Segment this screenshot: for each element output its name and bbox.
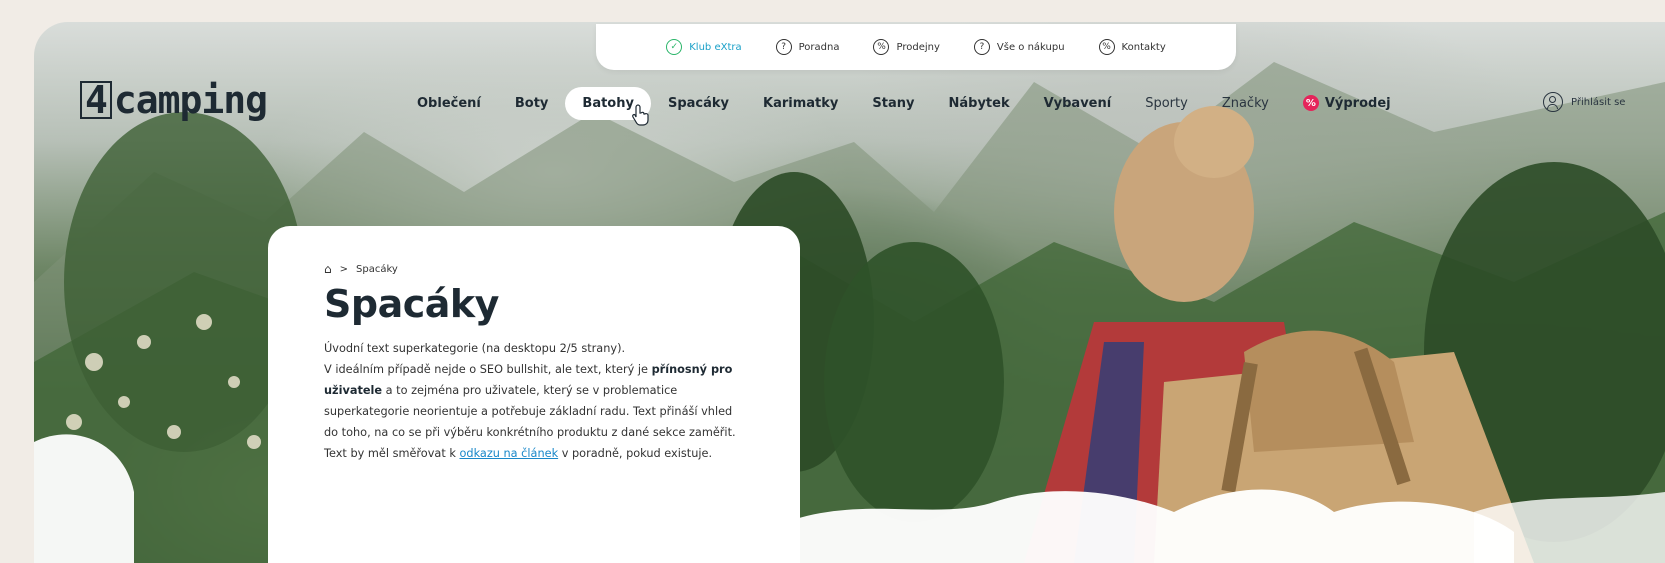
logo-text: camping (113, 78, 268, 122)
nav-item-nabytek[interactable]: Nábytek (931, 87, 1026, 120)
utility-link-label: Kontakty (1121, 41, 1166, 53)
intro-text-c: v poradně, pokud existuje. (558, 447, 713, 460)
utility-link-label: Poradna (798, 41, 840, 53)
utility-link-label: Prodejny (896, 41, 940, 53)
login-link[interactable]: Přihlásit se (1543, 92, 1625, 112)
nav-item-obleceni[interactable]: Oblečení (400, 87, 498, 120)
main-nav: Oblečení Boty Batohy Spacáky Karimatky S… (400, 86, 1408, 120)
utility-bar: ✓ Klub eXtra ? Poradna % Prodejny ? Vše … (596, 24, 1236, 70)
utility-link-poradna[interactable]: ? Poradna (775, 39, 840, 55)
category-intro-card: ⌂ > Spacáky Spacáky Úvodní text superkat… (268, 226, 800, 563)
intro-text-a: V ideálním případě nejde o SEO bullshit,… (324, 363, 652, 376)
intro-line-1: Úvodní text superkategorie (na desktopu … (324, 342, 626, 355)
contact-icon: % (1098, 39, 1115, 55)
user-icon (1543, 92, 1563, 112)
utility-link-vse-o-nakupu[interactable]: ? Vše o nákupu (973, 39, 1065, 55)
sale-icon: % (1302, 95, 1319, 111)
utility-link-label: Klub eXtra (689, 41, 742, 53)
page: ✓ Klub eXtra ? Poradna % Prodejny ? Vše … (0, 0, 1665, 563)
logo-mark: 4 (80, 81, 112, 119)
store-icon: % (873, 39, 890, 55)
nav-item-spacaky[interactable]: Spacáky (651, 87, 746, 120)
login-label: Přihlásit se (1571, 96, 1626, 108)
utility-link-prodejny[interactable]: % Prodejny (873, 39, 940, 55)
nav-item-sporty[interactable]: Sporty (1128, 87, 1205, 120)
utility-link-label: Vše o nákupu (996, 41, 1065, 53)
nav-item-karimatky[interactable]: Karimatky (746, 87, 855, 120)
nav-item-vybaveni[interactable]: Vybavení (1027, 87, 1129, 120)
question-icon: ? (973, 39, 990, 55)
breadcrumb-current: Spacáky (356, 263, 398, 275)
home-icon[interactable]: ⌂ (324, 262, 332, 276)
nav-item-stany[interactable]: Stany (855, 87, 931, 120)
article-link[interactable]: odkazu na článek (459, 447, 558, 460)
utility-link-kontakty[interactable]: % Kontakty (1098, 39, 1166, 55)
page-title: Spacáky (324, 282, 499, 326)
logo[interactable]: 4 camping (80, 78, 268, 122)
nav-item-boty[interactable]: Boty (498, 87, 566, 120)
breadcrumb: ⌂ > Spacáky (324, 262, 742, 276)
utility-link-klub-extra[interactable]: ✓ Klub eXtra (666, 39, 742, 55)
breadcrumb-separator: > (339, 263, 349, 275)
hand-cursor-icon (632, 104, 649, 126)
nav-item-vyprodej[interactable]: % Výprodej (1286, 86, 1408, 120)
intro-text: Úvodní text superkategorie (na desktopu … (324, 338, 742, 464)
question-icon: ? (775, 39, 792, 55)
klub-icon: ✓ (666, 39, 683, 55)
nav-item-label: Výprodej (1324, 95, 1391, 111)
nav-item-znacky[interactable]: Značky (1205, 87, 1286, 120)
